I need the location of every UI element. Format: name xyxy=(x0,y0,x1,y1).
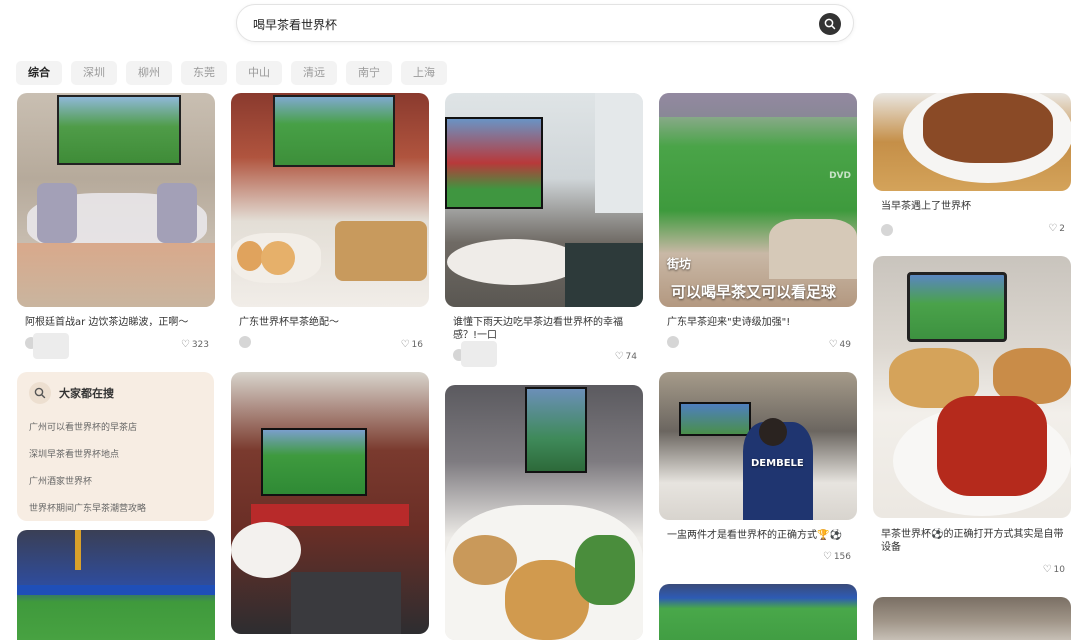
filter-chip-nanning[interactable]: 南宁 xyxy=(346,61,392,85)
search-input[interactable]: 喝早茶看世界杯 xyxy=(253,16,337,33)
author-name-blurred xyxy=(461,341,497,367)
like-count[interactable]: ♡ 323 xyxy=(181,339,209,350)
jersey-name: DEMBELE xyxy=(751,458,804,469)
filter-chip-qingyuan[interactable]: 清远 xyxy=(291,61,337,85)
note-caption: 广东世界杯早茶绝配～ xyxy=(239,317,339,328)
trending-item[interactable]: 世界杯期间广东早茶潮营攻略 xyxy=(29,501,146,514)
note-cover-image[interactable] xyxy=(231,372,429,634)
author-name-blurred xyxy=(33,333,69,359)
cover-overlay-title: 可以喝早茶又可以看足球 xyxy=(671,283,837,301)
note-cover-image[interactable] xyxy=(659,584,857,640)
filter-chip-dongguan[interactable]: 东莞 xyxy=(181,61,227,85)
like-count[interactable]: ♡ 74 xyxy=(615,351,637,362)
note-cover-image[interactable] xyxy=(873,93,1071,191)
note-cover-image[interactable] xyxy=(445,385,643,640)
search-icon xyxy=(29,382,51,404)
note-cover-image[interactable] xyxy=(17,530,215,640)
note-cover-image[interactable] xyxy=(659,93,857,307)
trending-item[interactable]: 广州可以看世界杯的早茶店 xyxy=(29,420,137,433)
like-count[interactable]: ♡ 156 xyxy=(823,551,851,562)
author-avatar xyxy=(881,224,893,236)
note-cover-image[interactable] xyxy=(659,372,857,520)
filter-chip-zhongshan[interactable]: 中山 xyxy=(236,61,282,85)
filter-chip-shenzhen[interactable]: 深圳 xyxy=(71,61,117,85)
filter-bar: 综合 深圳 柳州 东莞 中山 清远 南宁 上海 xyxy=(16,61,447,85)
note-caption: 早茶世界杯⚽的正确打开方式其实是自带设备 xyxy=(881,529,1064,553)
search-icon xyxy=(824,18,836,30)
search-bar[interactable]: 喝早茶看世界杯 xyxy=(236,4,854,42)
heart-icon: ♡ xyxy=(1048,223,1058,234)
filter-chip-all[interactable]: 综合 xyxy=(16,61,62,85)
note-caption: 广东早茶迎来"史诗级加强"! xyxy=(667,317,791,328)
author-avatar xyxy=(667,336,679,348)
trending-item[interactable]: 广州酒家世界杯 xyxy=(29,474,92,487)
note-cover-image[interactable] xyxy=(231,93,429,307)
heart-icon: ♡ xyxy=(614,351,624,362)
like-count[interactable]: ♡ 10 xyxy=(1043,564,1065,575)
cover-overlay-label: 街坊 xyxy=(667,257,692,271)
search-button[interactable] xyxy=(819,13,841,35)
like-count[interactable]: ♡ 49 xyxy=(829,339,851,350)
heart-icon: ♡ xyxy=(180,339,190,350)
note-caption: 一盅两件才是看世界杯的正确方式🏆⚽ xyxy=(667,530,842,541)
note-caption: 谁懂下雨天边吃早茶边看世界杯的幸福感？!一口 xyxy=(453,317,623,341)
author-avatar xyxy=(239,336,251,348)
note-cover-image[interactable] xyxy=(445,93,643,307)
heart-icon: ♡ xyxy=(1042,564,1052,575)
heart-icon: ♡ xyxy=(400,339,410,350)
note-cover-image[interactable] xyxy=(873,597,1071,640)
note-caption: 阿根廷首战ar 边饮茶边睇波，正啊～ xyxy=(25,317,189,328)
like-count[interactable]: ♡ 2 xyxy=(1048,223,1065,234)
trending-header: 大家都在搜 xyxy=(29,382,114,404)
trending-title: 大家都在搜 xyxy=(59,387,114,400)
trending-item[interactable]: 深圳早茶看世界杯地点 xyxy=(29,447,119,460)
trending-searches-panel: 大家都在搜 广州可以看世界杯的早茶店 深圳早茶看世界杯地点 广州酒家世界杯 世界… xyxy=(17,372,214,521)
note-cover-image[interactable] xyxy=(873,256,1071,518)
note-cover-image[interactable] xyxy=(17,93,215,307)
filter-chip-shanghai[interactable]: 上海 xyxy=(401,61,447,85)
watermark: DVD xyxy=(829,171,851,181)
heart-icon: ♡ xyxy=(822,551,832,562)
like-count[interactable]: ♡ 16 xyxy=(401,339,423,350)
note-caption: 当早茶遇上了世界杯 xyxy=(881,201,971,212)
filter-chip-liuzhou[interactable]: 柳州 xyxy=(126,61,172,85)
heart-icon: ♡ xyxy=(828,339,838,350)
